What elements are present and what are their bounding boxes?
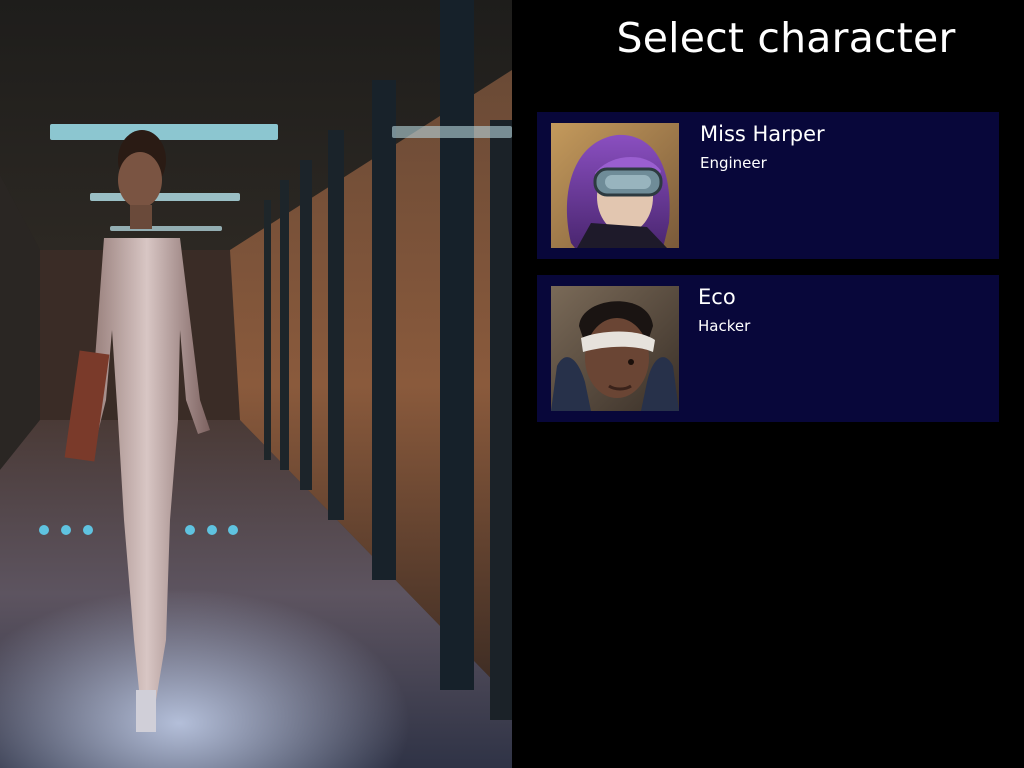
character-card-eco[interactable]: Eco Hacker	[537, 275, 999, 422]
character-panel: Select character Miss Harper Engineer Ec…	[512, 0, 1024, 768]
screen-title: Select character	[616, 14, 956, 62]
character-name: Eco	[698, 285, 736, 309]
character-name: Miss Harper	[700, 122, 825, 146]
character-role: Engineer	[700, 154, 767, 172]
portrait-eco	[551, 286, 679, 411]
character-card-miss-harper[interactable]: Miss Harper Engineer	[537, 112, 999, 259]
corridor-artwork	[0, 0, 512, 768]
character-select-screen: Select character Miss Harper Engineer Ec…	[0, 0, 1024, 768]
portrait-miss-harper	[551, 123, 679, 248]
character-role: Hacker	[698, 317, 751, 335]
